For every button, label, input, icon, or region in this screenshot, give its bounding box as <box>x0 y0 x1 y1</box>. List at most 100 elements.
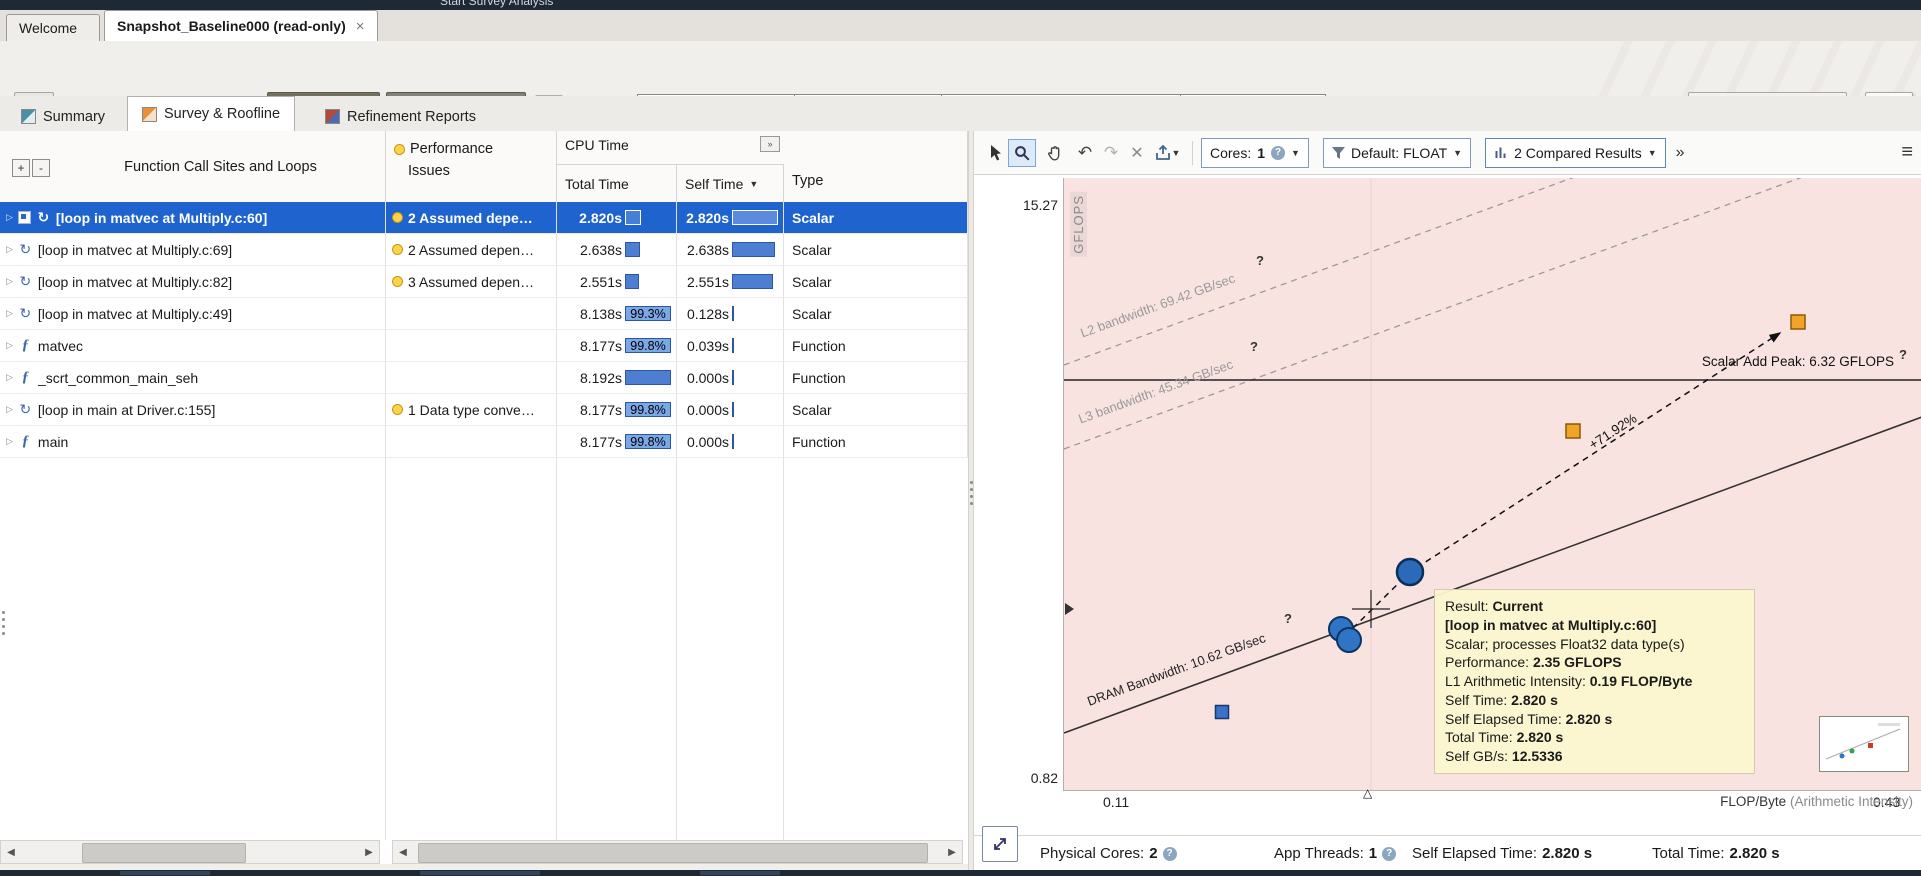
tree-expand-icon[interactable]: ▷ <box>6 308 13 319</box>
total-time-bar: 99.8% <box>625 338 671 353</box>
tree-expand-icon[interactable]: ▷ <box>6 372 13 383</box>
scroll-left-icon[interactable]: ◀ <box>1 841 21 863</box>
chevron-down-icon: ▼ <box>1291 148 1300 158</box>
y-axis-selection-marker <box>1065 603 1074 615</box>
table-row[interactable]: ▷↻[loop in matvec at Multiply.c:60] 2 As… <box>0 202 968 234</box>
export-button[interactable]: ▼ <box>1150 140 1184 166</box>
scroll-right-icon[interactable]: ▶ <box>359 841 379 863</box>
roofline-plot[interactable]: GFLOPS L2 bandwidth: 69.42 GB/sec L3 ban… <box>1063 178 1921 791</box>
self-time-bar <box>732 402 778 417</box>
redo-button[interactable]: ↷ <box>1098 140 1124 166</box>
tree-expand-icon[interactable]: ▷ <box>6 244 13 255</box>
table-row[interactable]: ▷↻[loop in matvec at Multiply.c:69] 2 As… <box>0 234 968 266</box>
table-row[interactable]: ▷ƒmain 8.177s99.8% 0.000s Function <box>0 426 968 458</box>
cores-dropdown[interactable]: Cores: 1 ? ▼ <box>1201 138 1309 168</box>
y-axis-max-tick: 15.27 <box>974 197 1058 213</box>
tree-expand-icon[interactable]: ▷ <box>6 404 13 415</box>
more-tools-icon[interactable]: » <box>1676 144 1685 162</box>
expand-roofline-button[interactable] <box>982 826 1018 862</box>
column-performance-issues[interactable]: Performance Issues <box>386 131 557 202</box>
scrollbar-thumb[interactable] <box>418 843 928 863</box>
cursor-icon <box>989 144 1002 161</box>
column-self-time[interactable]: Self Time ▼ <box>677 165 784 202</box>
total-time-bar <box>625 210 671 225</box>
column-total-time[interactable]: Total Time <box>557 165 677 202</box>
loop-icon: ↻ <box>18 273 33 290</box>
zoom-tool-button[interactable] <box>1008 139 1036 167</box>
tab-summary[interactable]: Summary <box>7 102 119 131</box>
scroll-right-icon[interactable]: ▶ <box>942 841 962 863</box>
close-tab-icon[interactable]: × <box>356 18 365 35</box>
expand-column-icon[interactable]: » <box>760 136 780 152</box>
summary-icon <box>21 109 36 124</box>
issue-bulb-icon <box>392 212 403 223</box>
point-blue-square[interactable] <box>1216 706 1229 719</box>
tree-expand-icon[interactable]: ▷ <box>6 212 13 223</box>
scrollbar-thumb[interactable] <box>82 843 246 863</box>
table-row[interactable]: ▷↻[loop in matvec at Multiply.c:82] 3 As… <box>0 266 968 298</box>
selected-loop-checkbox-icon[interactable] <box>18 211 31 224</box>
main-toolbar: Elapsed time: 9.90s ↻ Vectorized ↻ Not V… <box>0 41 1921 97</box>
table-row[interactable]: ▷ƒ_scrt_common_main_seh 8.192s 0.000s Fu… <box>0 362 968 394</box>
datatype-filter-dropdown[interactable]: Default: FLOAT ▼ <box>1323 138 1471 168</box>
tab-welcome[interactable]: Welcome <box>6 14 100 41</box>
roofline-menu-icon[interactable]: ≡ <box>1901 141 1913 164</box>
total-time-bar <box>625 274 671 289</box>
tree-expand-icon[interactable]: ▷ <box>6 436 13 447</box>
chevron-down-icon: ▼ <box>1172 148 1181 158</box>
table-row[interactable]: ▷↻[loop in main at Driver.c:155] 1 Data … <box>0 394 968 426</box>
question-mark-icon[interactable]: ? <box>1284 611 1292 626</box>
select-cursor-button[interactable] <box>982 140 1008 166</box>
question-mark-icon[interactable]: ? <box>1250 339 1258 354</box>
survey-roofline-icon <box>142 107 157 122</box>
self-time-bar <box>732 370 778 385</box>
self-time-bar <box>732 306 778 321</box>
question-mark-icon[interactable]: ? <box>1256 253 1264 268</box>
pan-hand-button[interactable] <box>1042 140 1068 166</box>
cancel-zoom-button[interactable]: ✕ <box>1124 140 1150 166</box>
roofline-minimap[interactable] <box>1819 716 1909 772</box>
data-horizontal-scrollbar[interactable]: ◀ ▶ <box>392 840 963 864</box>
collapse-all-button[interactable]: - <box>32 159 50 177</box>
names-horizontal-scrollbar[interactable]: ◀ ▶ <box>0 840 380 864</box>
compared-results-dropdown[interactable]: 2 Compared Results ▼ <box>1485 138 1666 168</box>
question-mark-icon[interactable]: ? <box>1899 347 1907 362</box>
tab-snapshot[interactable]: Snapshot_Baseline000 (read-only) × <box>104 10 378 41</box>
issue-bulb-icon <box>392 276 403 287</box>
self-time-bar <box>732 434 778 449</box>
roofline-toolbar: ↶ ↷ ✕ ▼ Cores: 1 ? ▼ Default: FLOAT ▼ <box>974 131 1921 175</box>
tab-refinement-reports[interactable]: Refinement Reports <box>311 102 490 131</box>
magnifier-icon <box>1014 145 1030 161</box>
window-top-strip: Start Survey Analysis <box>0 0 1921 10</box>
l2-bandwidth-line <box>1064 178 1921 365</box>
panel-collapse-handle[interactable] <box>1 611 5 641</box>
table-row[interactable]: ▷↻[loop in matvec at Multiply.c:49] 8.13… <box>0 298 968 330</box>
tree-expand-icon[interactable]: ▷ <box>6 276 13 287</box>
expand-icon <box>991 835 1009 853</box>
x-axis-min-tick: 0.11 <box>1103 794 1129 810</box>
scroll-left-icon[interactable]: ◀ <box>393 841 413 863</box>
roofline-panel: ↶ ↷ ✕ ▼ Cores: 1 ? ▼ Default: FLOAT ▼ <box>974 131 1921 870</box>
point-orange-square[interactable] <box>1566 424 1580 438</box>
help-icon: ? <box>1271 146 1285 160</box>
loop-icon: ↻ <box>18 241 33 258</box>
table-header: + - Function Call Sites and Loops Perfor… <box>0 131 968 203</box>
table-row[interactable]: ▷ƒmatvec 8.177s99.8% 0.039s Function <box>0 330 968 362</box>
lightbulb-icon <box>394 144 405 155</box>
undo-button[interactable]: ↶ <box>1072 140 1098 166</box>
column-functions[interactable]: + - Function Call Sites and Loops <box>0 131 386 202</box>
tab-survey-roofline[interactable]: Survey & Roofline <box>127 96 295 131</box>
expand-all-button[interactable]: + <box>12 159 30 177</box>
clipped-menu-text: Start Survey Analysis <box>440 0 553 8</box>
total-time-bar <box>625 370 671 385</box>
funnel-icon <box>1332 147 1345 159</box>
cpu-time-header[interactable]: CPU Time » <box>557 131 784 165</box>
point-blue-circle[interactable] <box>1337 628 1361 652</box>
compare-icon <box>1494 146 1508 159</box>
self-elapsed-status: Self Elapsed Time: 2.820 s <box>1412 845 1592 862</box>
point-orange-square-target[interactable] <box>1791 315 1805 329</box>
point-current-loop[interactable] <box>1397 559 1423 585</box>
column-type[interactable]: Type <box>784 131 968 202</box>
intel-advisor-window: Start Survey Analysis Welcome Snapshot_B… <box>0 0 1921 876</box>
tree-expand-icon[interactable]: ▷ <box>6 340 13 351</box>
